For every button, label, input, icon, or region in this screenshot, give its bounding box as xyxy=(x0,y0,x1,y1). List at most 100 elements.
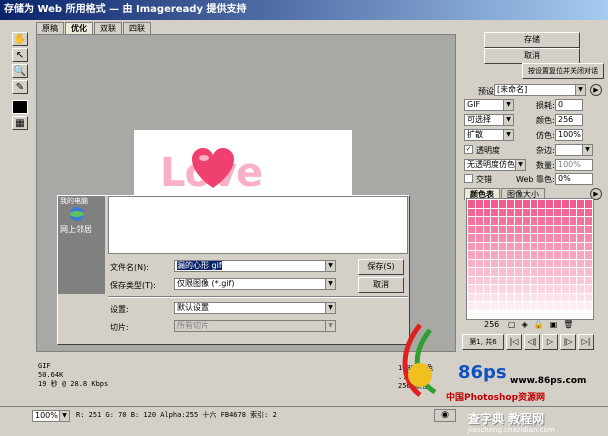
color-swatch[interactable] xyxy=(538,242,546,250)
color-swatch[interactable] xyxy=(483,293,491,301)
preset-select[interactable]: [未命名] ▼ xyxy=(494,84,586,96)
color-swatch[interactable] xyxy=(585,285,592,293)
color-swatch[interactable] xyxy=(483,200,491,208)
filename-field[interactable]: 漏的心形 gif ▼ xyxy=(174,260,336,272)
color-swatch[interactable] xyxy=(569,259,577,267)
color-swatch[interactable] xyxy=(546,217,553,225)
color-swatch[interactable] xyxy=(553,225,561,233)
color-swatch[interactable] xyxy=(538,200,546,208)
color-swatch[interactable] xyxy=(514,225,522,233)
color-swatch[interactable] xyxy=(468,251,475,259)
chevron-down-icon[interactable]: ▼ xyxy=(59,411,69,421)
color-swatch[interactable] xyxy=(475,293,483,301)
color-swatch[interactable] xyxy=(561,217,569,225)
color-swatch[interactable] xyxy=(499,302,507,310)
transparency-checkbox[interactable]: ✓ xyxy=(464,145,473,154)
chevron-down-icon[interactable]: ▼ xyxy=(503,100,513,110)
color-swatch[interactable] xyxy=(514,251,522,259)
reduction-select[interactable]: 可选择 ▼ xyxy=(464,114,514,126)
color-swatch[interactable] xyxy=(577,208,585,216)
color-swatch[interactable] xyxy=(561,293,569,301)
chevron-down-icon[interactable]: ▼ xyxy=(325,279,335,289)
color-swatch[interactable] xyxy=(569,285,577,293)
color-swatch[interactable] xyxy=(553,251,561,259)
color-swatch[interactable] xyxy=(475,251,483,259)
color-swatch[interactable] xyxy=(499,293,507,301)
my-computer-label[interactable]: 我的电脑 xyxy=(60,196,88,206)
color-swatch[interactable] xyxy=(507,268,514,276)
eyedropper-color-swatch[interactable] xyxy=(12,100,28,114)
color-swatch[interactable] xyxy=(468,225,475,233)
color-swatch[interactable] xyxy=(561,242,569,250)
color-swatch[interactable] xyxy=(585,293,592,301)
color-swatch[interactable] xyxy=(468,310,475,318)
slices-select[interactable]: 所有切片 ▼ xyxy=(174,320,336,332)
color-swatch[interactable] xyxy=(577,225,585,233)
color-swatch[interactable] xyxy=(569,200,577,208)
color-swatch[interactable] xyxy=(499,251,507,259)
color-swatch[interactable] xyxy=(538,268,546,276)
color-swatch[interactable] xyxy=(468,302,475,310)
color-swatch[interactable] xyxy=(530,200,538,208)
color-swatch[interactable] xyxy=(538,225,546,233)
color-swatch[interactable] xyxy=(507,234,514,242)
interlaced-checkbox[interactable] xyxy=(464,174,473,183)
color-swatch[interactable] xyxy=(483,276,491,284)
color-swatch[interactable] xyxy=(483,242,491,250)
color-swatch[interactable] xyxy=(561,234,569,242)
color-swatch[interactable] xyxy=(475,217,483,225)
color-swatch[interactable] xyxy=(569,276,577,284)
dither-algorithm-select[interactable]: 扩散 ▼ xyxy=(464,129,514,141)
color-swatch[interactable] xyxy=(538,217,546,225)
color-swatch[interactable] xyxy=(514,310,522,318)
color-swatch[interactable] xyxy=(514,302,522,310)
color-swatch[interactable] xyxy=(468,234,475,242)
color-swatch[interactable] xyxy=(499,285,507,293)
color-swatch[interactable] xyxy=(561,310,569,318)
color-swatch[interactable] xyxy=(507,293,514,301)
color-swatch[interactable] xyxy=(561,285,569,293)
color-swatch[interactable] xyxy=(491,276,499,284)
color-swatch[interactable] xyxy=(507,259,514,267)
color-swatch[interactable] xyxy=(499,217,507,225)
color-swatch[interactable] xyxy=(491,259,499,267)
color-swatch[interactable] xyxy=(483,285,491,293)
color-swatch[interactable] xyxy=(514,285,522,293)
color-swatch[interactable] xyxy=(577,259,585,267)
color-swatch[interactable] xyxy=(530,268,538,276)
color-swatch[interactable] xyxy=(577,234,585,242)
color-swatch[interactable] xyxy=(514,200,522,208)
file-list[interactable] xyxy=(108,196,408,254)
color-swatch[interactable] xyxy=(530,302,538,310)
color-swatch[interactable] xyxy=(553,242,561,250)
color-swatch[interactable] xyxy=(514,259,522,267)
color-swatch[interactable] xyxy=(553,310,561,318)
color-swatch[interactable] xyxy=(514,268,522,276)
color-swatch[interactable] xyxy=(468,200,475,208)
color-swatch[interactable] xyxy=(538,259,546,267)
color-swatch[interactable] xyxy=(483,225,491,233)
chevron-down-icon[interactable]: ▼ xyxy=(503,130,513,140)
color-swatch[interactable] xyxy=(507,285,514,293)
color-swatch[interactable] xyxy=(475,268,483,276)
color-swatch[interactable] xyxy=(507,276,514,284)
color-swatch[interactable] xyxy=(522,310,530,318)
color-swatch[interactable] xyxy=(538,251,546,259)
color-swatch[interactable] xyxy=(483,302,491,310)
color-swatch[interactable] xyxy=(483,217,491,225)
color-swatch[interactable] xyxy=(491,234,499,242)
color-swatch[interactable] xyxy=(546,293,553,301)
color-swatch[interactable] xyxy=(499,200,507,208)
color-swatch[interactable] xyxy=(491,310,499,318)
color-swatch[interactable] xyxy=(475,259,483,267)
color-swatch[interactable] xyxy=(585,276,592,284)
color-swatch[interactable] xyxy=(561,225,569,233)
color-swatch[interactable] xyxy=(468,217,475,225)
color-swatch[interactable] xyxy=(546,310,553,318)
chevron-down-icon[interactable]: ▼ xyxy=(503,115,513,125)
color-swatch[interactable] xyxy=(561,200,569,208)
color-swatch[interactable] xyxy=(585,200,592,208)
color-swatch[interactable] xyxy=(491,268,499,276)
color-swatch[interactable] xyxy=(553,200,561,208)
chevron-down-icon[interactable]: ▼ xyxy=(325,261,335,271)
